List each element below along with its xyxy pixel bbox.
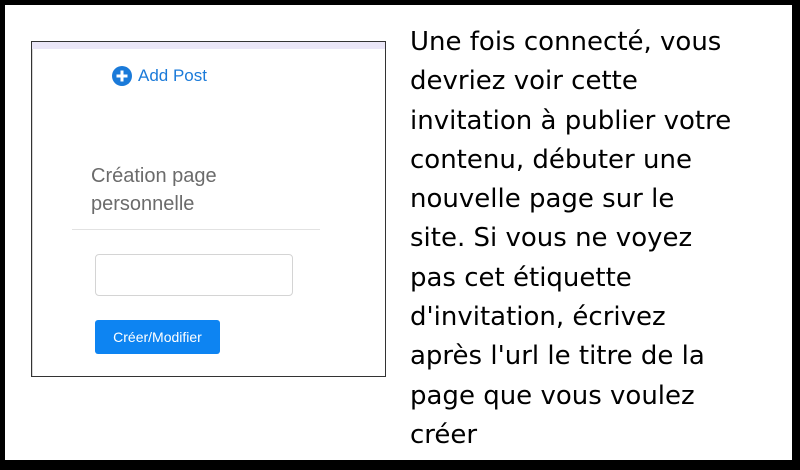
instruction-text: Une fois connecté, vous devriez voir cet…: [410, 27, 732, 450]
white-frame: Add Post Création page personnelle Créer…: [5, 5, 792, 460]
page-title-input[interactable]: [95, 254, 293, 296]
add-post-link[interactable]: Add Post: [112, 66, 207, 86]
section-title: Création page personnelle: [91, 165, 217, 215]
top-strip: [32, 42, 385, 49]
add-post-label: Add Post: [138, 66, 207, 85]
screenshot-panel: Add Post Création page personnelle Créer…: [31, 41, 386, 377]
divider: [72, 229, 320, 230]
create-modify-button[interactable]: Créer/Modifier: [95, 320, 220, 354]
left-edge-line: [32, 49, 33, 376]
plus-circle-icon: [112, 66, 132, 86]
